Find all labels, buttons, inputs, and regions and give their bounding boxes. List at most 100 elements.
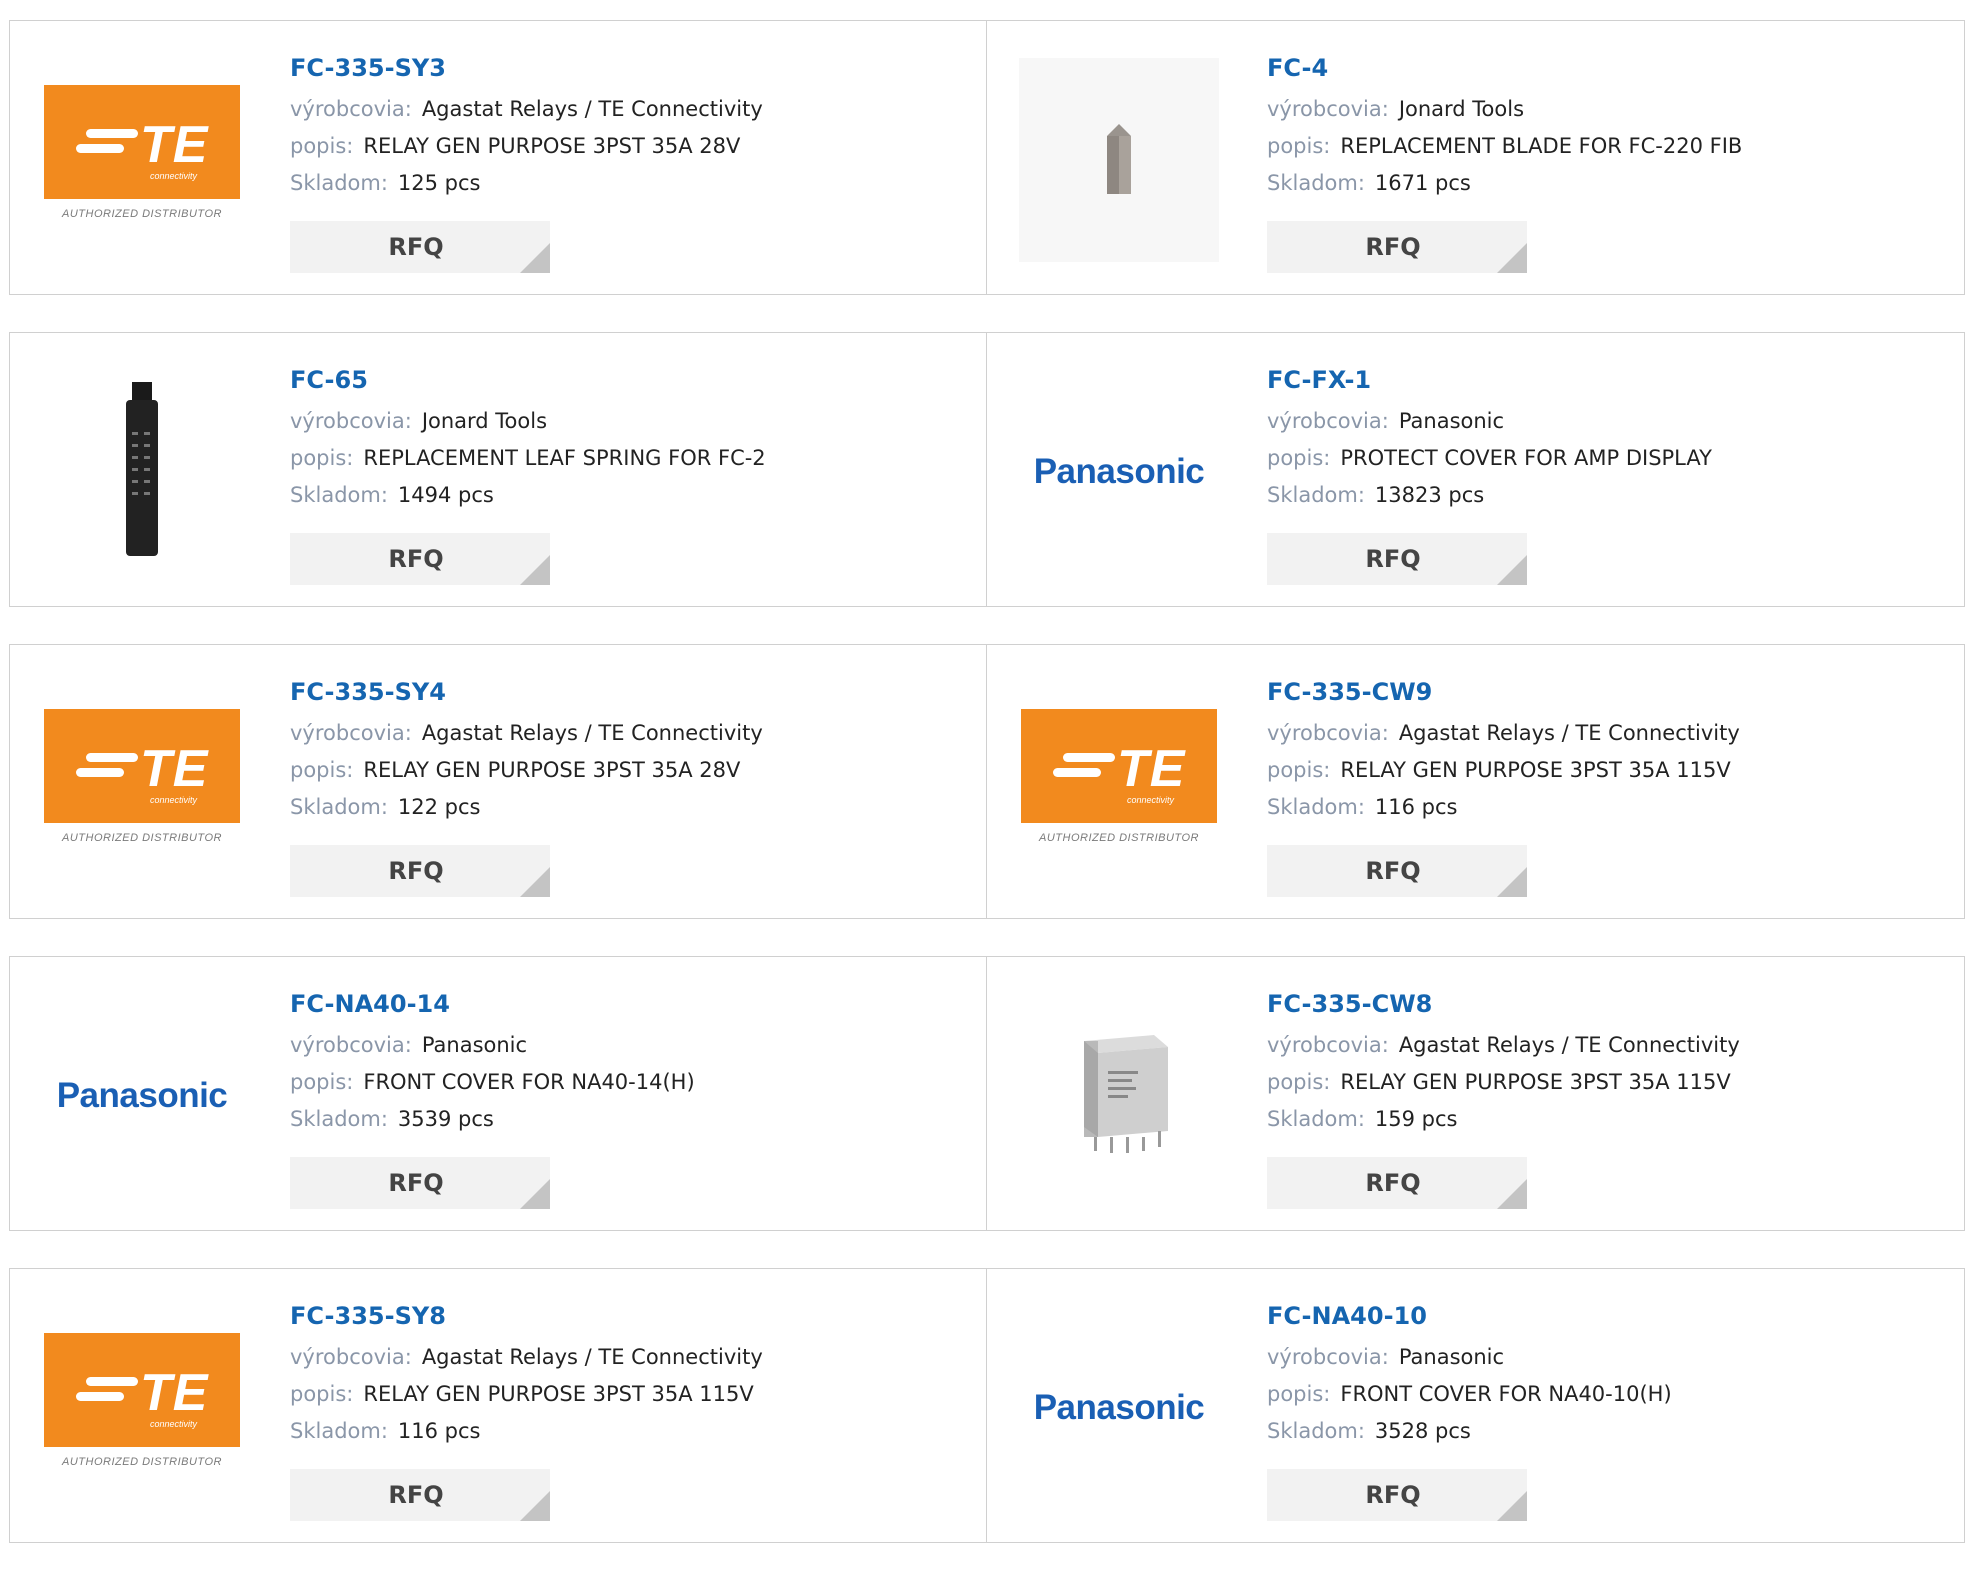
product-row: TE connectivity AUTHORIZED DISTRIBUTOR F… bbox=[9, 1268, 1965, 1543]
description-label: popis: bbox=[290, 134, 354, 158]
part-number-link[interactable]: FC-335-CW8 bbox=[1267, 987, 1740, 1027]
rfq-label: RFQ bbox=[1365, 233, 1421, 261]
description-label: popis: bbox=[290, 758, 354, 782]
te-logo-subtitle: connectivity bbox=[150, 1419, 198, 1429]
stock-label: Skladom: bbox=[290, 795, 388, 819]
part-number-link[interactable]: FC-FX-1 bbox=[1267, 363, 1712, 403]
relay-icon bbox=[1084, 1035, 1168, 1153]
manufacturer-value: Jonard Tools bbox=[421, 409, 548, 433]
rfq-button[interactable]: RFQ bbox=[290, 845, 550, 897]
stock-value: 1494 pcs bbox=[397, 483, 494, 507]
te-connectivity-logo: TE connectivity AUTHORIZED DISTRIBUTOR bbox=[1017, 709, 1221, 859]
product-card: FC-65 výrobcovia: Jonard Tools popis: REPL… bbox=[9, 332, 987, 607]
part-number-link[interactable]: FC-335-CW9 bbox=[1267, 675, 1740, 715]
description-label: popis: bbox=[1267, 1070, 1331, 1094]
te-authorized-text: AUTHORIZED DISTRIBUTOR bbox=[1039, 832, 1199, 844]
product-image-te-logo[interactable]: TE connectivity AUTHORIZED DISTRIBUTOR bbox=[1017, 682, 1221, 886]
rfq-label: RFQ bbox=[388, 545, 444, 573]
part-number-link[interactable]: FC-335-SY4 bbox=[290, 675, 763, 715]
description-value: RELAY GEN PURPOSE 3PST 35A 115V bbox=[1340, 1070, 1731, 1094]
product-image-panasonic-logo[interactable]: Panasonic bbox=[40, 994, 244, 1198]
part-number-link[interactable]: FC-65 bbox=[290, 363, 766, 403]
corner-fold-icon bbox=[520, 867, 550, 897]
stock-value: 122 pcs bbox=[397, 795, 481, 819]
stock-value: 159 pcs bbox=[1374, 1107, 1458, 1131]
rfq-button[interactable]: RFQ bbox=[1267, 533, 1527, 585]
manufacturer-value: Panasonic bbox=[1398, 1345, 1505, 1369]
stock-label: Skladom: bbox=[1267, 795, 1365, 819]
product-image-panasonic-logo[interactable]: Panasonic bbox=[1017, 1306, 1221, 1510]
product-card: TE connectivity AUTHORIZED DISTRIBUTOR F… bbox=[9, 1268, 987, 1543]
description-value: RELAY GEN PURPOSE 3PST 35A 115V bbox=[363, 1382, 754, 1406]
stock-value: 3528 pcs bbox=[1374, 1419, 1471, 1443]
panasonic-logo: Panasonic bbox=[56, 1076, 228, 1115]
rfq-button[interactable]: RFQ bbox=[290, 1157, 550, 1209]
stock-label: Skladom: bbox=[1267, 171, 1365, 195]
blade-photo bbox=[1019, 58, 1219, 262]
manufacturer-value: Panasonic bbox=[1398, 409, 1505, 433]
part-number-link[interactable]: FC-NA40-14 bbox=[290, 987, 695, 1027]
corner-fold-icon bbox=[1497, 1179, 1527, 1209]
manufacturer-label: výrobcovia: bbox=[1267, 1345, 1389, 1369]
rfq-label: RFQ bbox=[1365, 545, 1421, 573]
product-image-te-logo[interactable]: TE connectivity AUTHORIZED DISTRIBUTOR bbox=[40, 58, 244, 262]
part-number-link[interactable]: FC-335-SY8 bbox=[290, 1299, 763, 1339]
description-label: popis: bbox=[1267, 134, 1331, 158]
te-logo-subtitle: connectivity bbox=[1127, 795, 1175, 805]
description-label: popis: bbox=[1267, 1382, 1331, 1406]
manufacturer-label: výrobcovia: bbox=[290, 721, 412, 745]
description-value: RELAY GEN PURPOSE 3PST 35A 28V bbox=[363, 758, 741, 782]
te-logo-word: TE bbox=[140, 1364, 209, 1422]
te-authorized-text: AUTHORIZED DISTRIBUTOR bbox=[62, 832, 222, 844]
corner-fold-icon bbox=[520, 243, 550, 273]
rfq-button[interactable]: RFQ bbox=[290, 221, 550, 273]
rfq-button[interactable]: RFQ bbox=[290, 533, 550, 585]
te-connectivity-logo: TE connectivity AUTHORIZED DISTRIBUTOR bbox=[40, 85, 244, 235]
manufacturer-value: Agastat Relays / TE Connectivity bbox=[1398, 1033, 1740, 1057]
description-value: RELAY GEN PURPOSE 3PST 35A 28V bbox=[363, 134, 741, 158]
product-row: Panasonic FC-NA40-14 výrobcovia: Panasoni… bbox=[9, 956, 1965, 1231]
manufacturer-label: výrobcovia: bbox=[290, 1345, 412, 1369]
rfq-button[interactable]: RFQ bbox=[290, 1469, 550, 1521]
product-image-spring[interactable] bbox=[40, 370, 244, 574]
te-logo-word: TE bbox=[140, 740, 209, 798]
corner-fold-icon bbox=[520, 555, 550, 585]
te-logo-word: TE bbox=[1117, 740, 1186, 798]
description-value: FRONT COVER FOR NA40-10(H) bbox=[1340, 1382, 1672, 1406]
stock-label: Skladom: bbox=[290, 1107, 388, 1131]
part-number-link[interactable]: FC-NA40-10 bbox=[1267, 1299, 1672, 1339]
corner-fold-icon bbox=[1497, 867, 1527, 897]
product-card: TE connectivity AUTHORIZED DISTRIBUTOR F… bbox=[9, 20, 987, 295]
part-number-link[interactable]: FC-335-SY3 bbox=[290, 51, 763, 91]
rfq-label: RFQ bbox=[388, 1481, 444, 1509]
rfq-label: RFQ bbox=[1365, 857, 1421, 885]
stock-label: Skladom: bbox=[290, 1419, 388, 1443]
manufacturer-value: Agastat Relays / TE Connectivity bbox=[421, 1345, 763, 1369]
manufacturer-label: výrobcovia: bbox=[290, 97, 412, 121]
stock-value: 125 pcs bbox=[397, 171, 481, 195]
product-image-te-logo[interactable]: TE connectivity AUTHORIZED DISTRIBUTOR bbox=[40, 682, 244, 886]
stock-label: Skladom: bbox=[1267, 1419, 1365, 1443]
product-image-blade[interactable] bbox=[1017, 58, 1221, 262]
rfq-button[interactable]: RFQ bbox=[1267, 1469, 1527, 1521]
te-authorized-text: AUTHORIZED DISTRIBUTOR bbox=[62, 208, 222, 220]
product-card: Panasonic FC-NA40-10 výrobcovia: Panasoni… bbox=[987, 1268, 1965, 1543]
manufacturer-value: Agastat Relays / TE Connectivity bbox=[421, 97, 763, 121]
description-label: popis: bbox=[1267, 446, 1331, 470]
manufacturer-value: Agastat Relays / TE Connectivity bbox=[421, 721, 763, 745]
product-image-te-logo[interactable]: TE connectivity AUTHORIZED DISTRIBUTOR bbox=[40, 1306, 244, 1510]
leaf-spring-icon bbox=[126, 382, 158, 556]
product-card: TE connectivity AUTHORIZED DISTRIBUTOR F… bbox=[987, 644, 1965, 919]
part-number-link[interactable]: FC-4 bbox=[1267, 51, 1742, 91]
description-label: popis: bbox=[290, 446, 354, 470]
rfq-button[interactable]: RFQ bbox=[1267, 1157, 1527, 1209]
rfq-button[interactable]: RFQ bbox=[1267, 221, 1527, 273]
rfq-button[interactable]: RFQ bbox=[1267, 845, 1527, 897]
product-image-relay[interactable] bbox=[1017, 994, 1221, 1198]
product-image-panasonic-logo[interactable]: Panasonic bbox=[1017, 370, 1221, 574]
description-value: PROTECT COVER FOR AMP DISPLAY bbox=[1340, 446, 1712, 470]
manufacturer-value: Panasonic bbox=[421, 1033, 528, 1057]
product-card: TE connectivity AUTHORIZED DISTRIBUTOR F… bbox=[9, 644, 987, 919]
description-value: RELAY GEN PURPOSE 3PST 35A 115V bbox=[1340, 758, 1731, 782]
rfq-label: RFQ bbox=[1365, 1169, 1421, 1197]
